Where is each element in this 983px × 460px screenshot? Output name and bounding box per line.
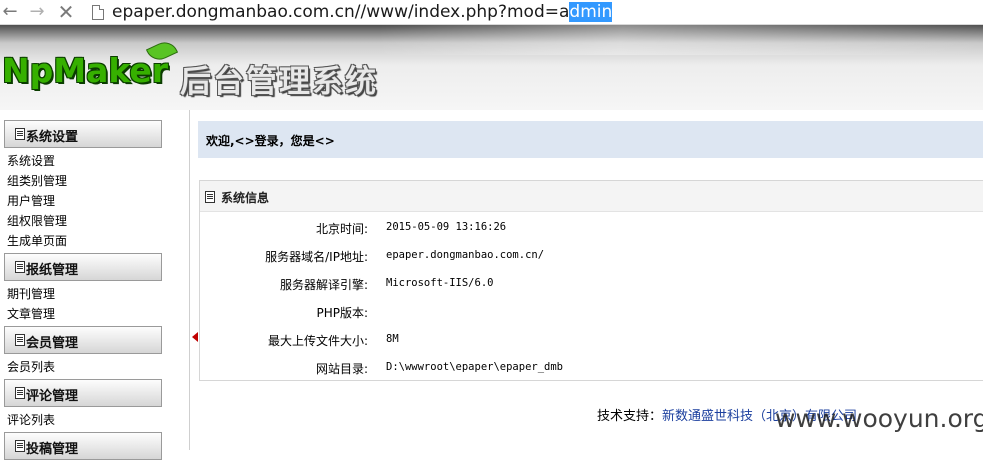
logo-text: NpMaker bbox=[2, 51, 169, 90]
sidebar-group-system[interactable]: 系统设置 bbox=[4, 120, 162, 148]
note-icon bbox=[15, 334, 25, 346]
watermark: www.wooyun.org bbox=[775, 404, 983, 433]
note-icon bbox=[15, 387, 25, 399]
info-value-site-dir: D:\wwwroot\epaper\epaper_dmb bbox=[386, 361, 564, 373]
info-value-max-upload: 8M bbox=[386, 333, 399, 345]
info-label-time: 北京时间: bbox=[315, 222, 368, 236]
sidebar-group-label: 投稿管理 bbox=[26, 442, 79, 457]
info-value-engine: Microsoft-IIS/6.0 bbox=[386, 277, 494, 289]
sidebar-item-group-permissions[interactable]: 组权限管理 bbox=[7, 212, 67, 229]
note-icon bbox=[15, 440, 25, 452]
note-icon bbox=[205, 191, 215, 203]
info-label-site-dir: 网站目录: bbox=[315, 362, 368, 376]
sidebar-group-label: 评论管理 bbox=[26, 389, 79, 404]
sidebar-group-newspaper[interactable]: 报纸管理 bbox=[4, 253, 162, 281]
info-value-time: 2015-05-09 13:16:26 bbox=[386, 221, 507, 233]
sidebar-item-issues[interactable]: 期刊管理 bbox=[7, 285, 55, 302]
sidebar-item-system-settings[interactable]: 系统设置 bbox=[7, 152, 55, 169]
system-info-title: 系统信息 bbox=[221, 191, 270, 205]
stop-icon[interactable]: ✕ bbox=[56, 2, 76, 22]
browser-address-bar: ← → ✕ epaper.dongmanbao.com.cn//www/inde… bbox=[0, 0, 983, 25]
welcome-text: 欢迎,<>登录，您是<> bbox=[206, 134, 335, 148]
support-label: 技术支持： bbox=[597, 409, 663, 424]
sidebar-item-generate-page[interactable]: 生成单页面 bbox=[7, 232, 67, 249]
url-text: epaper.dongmanbao.com.cn//www/index.php?… bbox=[112, 2, 570, 22]
sidebar-group-label: 会员管理 bbox=[26, 336, 79, 351]
note-icon bbox=[15, 128, 25, 140]
sidebar-group-label: 报纸管理 bbox=[26, 263, 79, 278]
sidebar-group-comments[interactable]: 评论管理 bbox=[4, 379, 162, 407]
app-header: NpMaker 后台管理系统 bbox=[0, 25, 983, 110]
sidebar-group-submissions[interactable]: 投稿管理 bbox=[4, 432, 162, 460]
sidebar-item-group-category[interactable]: 组类别管理 bbox=[7, 172, 67, 189]
note-icon bbox=[15, 261, 25, 273]
sidebar: 系统设置 系统设置 组类别管理 用户管理 组权限管理 生成单页面 报纸管理 期刊… bbox=[0, 110, 190, 460]
info-label-php-version: PHP版本: bbox=[316, 306, 368, 320]
welcome-bar: 欢迎,<>登录，您是<> bbox=[198, 121, 983, 158]
info-label-engine: 服务器解译引擎: bbox=[279, 278, 368, 292]
page-icon bbox=[92, 5, 104, 20]
sidebar-item-comment-list[interactable]: 评论列表 bbox=[7, 411, 55, 428]
url-selected-text: dmin bbox=[569, 2, 613, 22]
main-content: 欢迎,<>登录，您是<> 系统信息 北京时间: 2015-05-09 13:16… bbox=[198, 110, 983, 450]
system-info-panel: 系统信息 北京时间: 2015-05-09 13:16:26 服务器域名/IP地… bbox=[199, 180, 983, 381]
info-value-domain: epaper.dongmanbao.com.cn/ bbox=[386, 249, 545, 261]
back-arrow-icon[interactable]: ← bbox=[0, 2, 20, 22]
info-label-max-upload: 最大上传文件大小: bbox=[267, 334, 368, 348]
system-info-header: 系统信息 bbox=[200, 181, 983, 212]
sidebar-item-member-list[interactable]: 会员列表 bbox=[7, 358, 55, 375]
sidebar-item-articles[interactable]: 文章管理 bbox=[7, 305, 55, 322]
forward-arrow-icon[interactable]: → bbox=[27, 2, 47, 22]
sidebar-group-members[interactable]: 会员管理 bbox=[4, 326, 162, 354]
url-field[interactable]: epaper.dongmanbao.com.cn//www/index.php?… bbox=[112, 2, 613, 22]
sidebar-group-label: 系统设置 bbox=[26, 130, 79, 145]
sidebar-item-users[interactable]: 用户管理 bbox=[7, 192, 55, 209]
info-label-domain: 服务器域名/IP地址: bbox=[265, 250, 368, 264]
header-title: 后台管理系统 bbox=[180, 64, 378, 100]
